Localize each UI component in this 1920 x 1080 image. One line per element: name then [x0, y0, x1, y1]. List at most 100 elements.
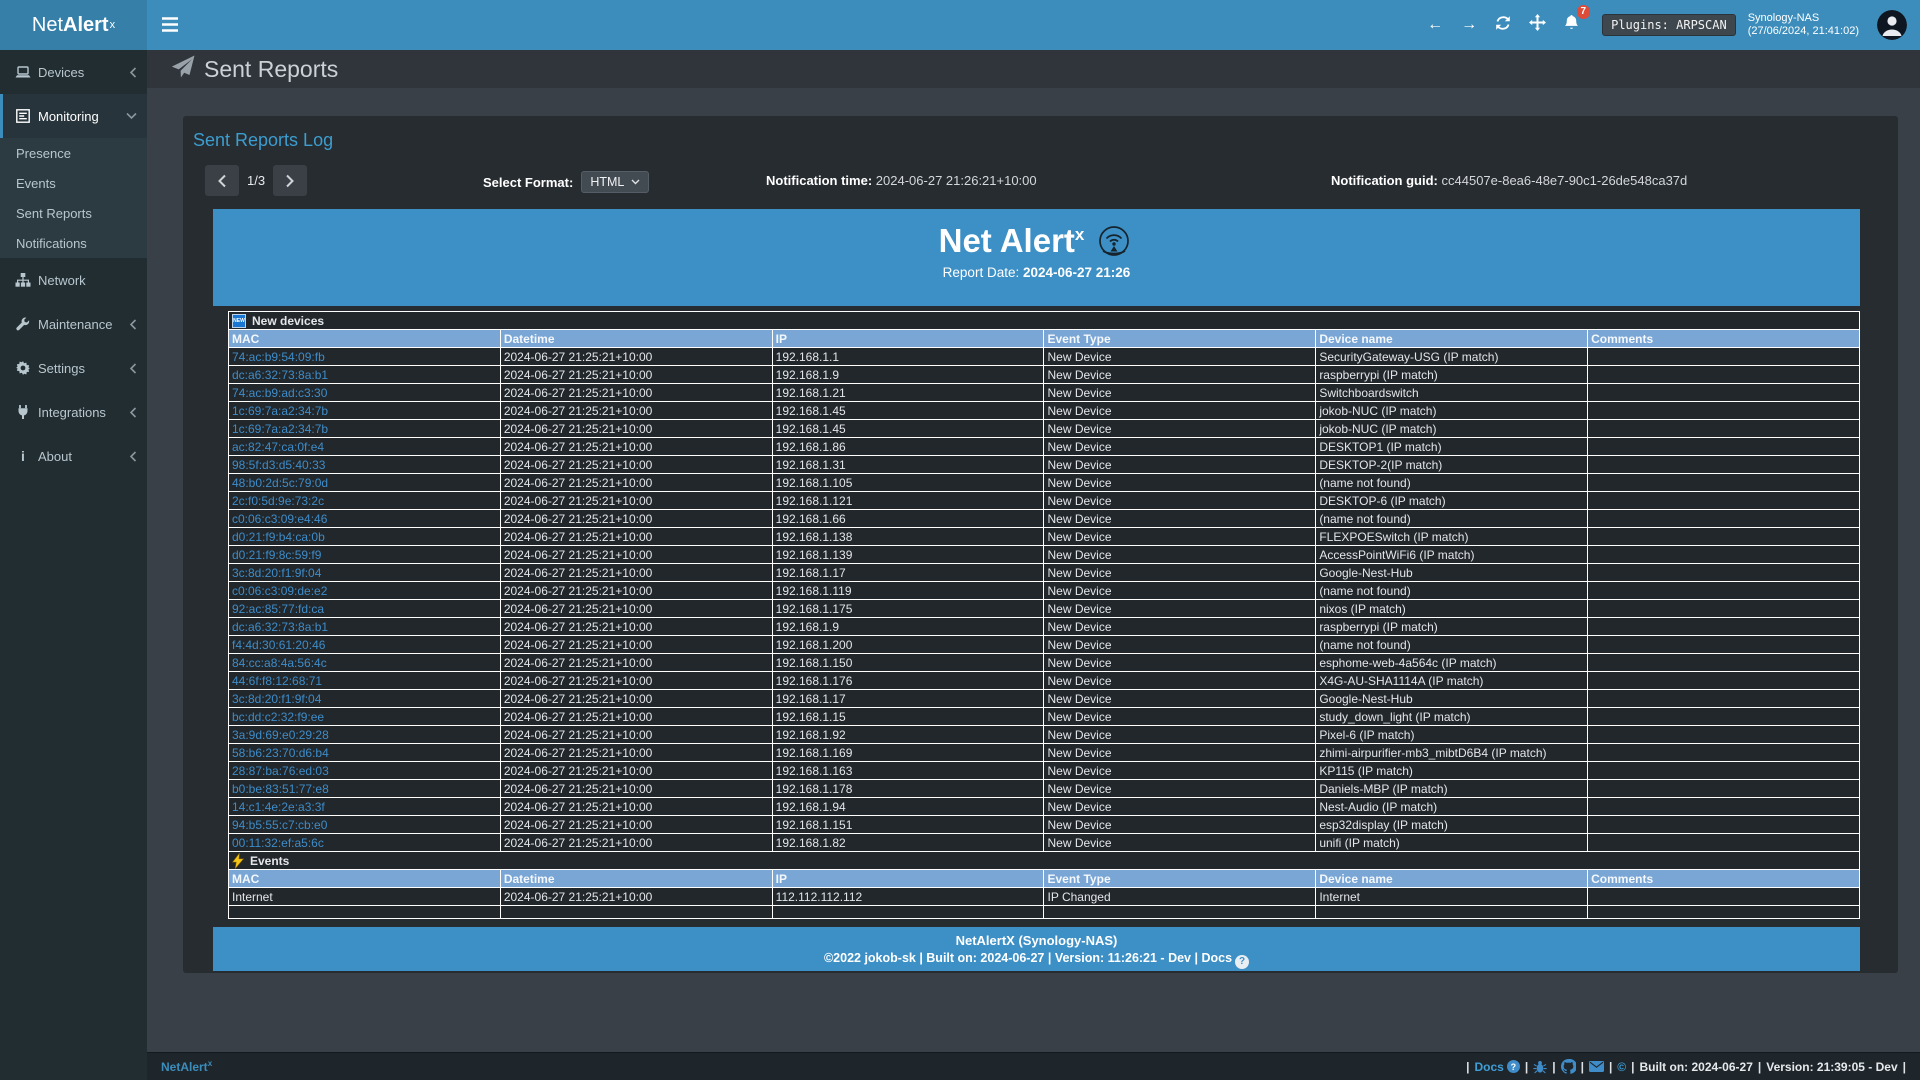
mac-link[interactable]: 58:b6:23:70:d6:b4 — [229, 744, 501, 762]
mac-link[interactable]: 3a:9d:69:e0:29:28 — [229, 726, 501, 744]
table-cell: 192.168.1.119 — [772, 582, 1044, 600]
table-cell: 2024-06-27 21:25:21+10:00 — [500, 672, 772, 690]
mac-link[interactable]: bc:dd:c2:32:f9:ee — [229, 708, 501, 726]
notification-time: Notification time: 2024-06-27 21:26:21+1… — [766, 173, 1037, 188]
table-cell — [1588, 780, 1860, 798]
table-cell: New Device — [1044, 456, 1316, 474]
chevron-down-icon — [126, 112, 137, 120]
mac-link[interactable]: 3c:8d:20:f1:9f:04 — [229, 690, 501, 708]
table-row: c0:06:c3:09:de:e22024-06-27 21:25:21+10:… — [229, 582, 1860, 600]
sidebar-item-monitoring[interactable]: Monitoring — [0, 94, 147, 138]
mac-link[interactable]: 92:ac:85:77:fd:ca — [229, 600, 501, 618]
mac-link[interactable]: c0:06:c3:09:e4:46 — [229, 510, 501, 528]
table-cell: zhimi-airpurifier-mb3_mibtD6B4 (IP match… — [1316, 744, 1588, 762]
mac-link[interactable]: 98:5f:d3:d5:40:33 — [229, 456, 501, 474]
table-cell: New Device — [1044, 708, 1316, 726]
sidebar-item-devices[interactable]: Devices — [0, 50, 147, 94]
table-cell: jokob-NUC (IP match) — [1316, 420, 1588, 438]
sidebar-item-about[interactable]: i About — [0, 434, 147, 478]
sidebar-item-events[interactable]: Events — [0, 168, 147, 198]
next-page-button[interactable] — [273, 165, 307, 196]
sidebar-item-integrations[interactable]: Integrations — [0, 390, 147, 434]
sidebar-subitem-label: Events — [16, 176, 56, 191]
table-cell: Internet — [229, 888, 501, 906]
footer-brand-link[interactable]: NetAlertx — [161, 1059, 212, 1074]
mac-link[interactable]: d0:21:f9:b4:ca:0b — [229, 528, 501, 546]
format-select[interactable]: HTML — [581, 171, 649, 193]
sidebar-item-presence[interactable]: Presence — [0, 138, 147, 168]
mac-link[interactable]: 48:b0:2d:5c:79:0d — [229, 474, 501, 492]
table-cell: New Device — [1044, 510, 1316, 528]
notification-guid: Notification guid: cc44507e-8ea6-48e7-90… — [1331, 173, 1687, 188]
mac-link[interactable]: 2c:f0:5d:9e:73:2c — [229, 492, 501, 510]
user-avatar[interactable] — [1877, 10, 1907, 40]
mac-link[interactable]: 94:b5:55:c7:cb:e0 — [229, 816, 501, 834]
sidebar-item-notifications[interactable]: Notifications — [0, 228, 147, 258]
license-link[interactable]: © — [1617, 1060, 1626, 1074]
report-docs-link[interactable]: Docs — [1201, 951, 1232, 965]
table-cell — [1588, 690, 1860, 708]
mac-link[interactable]: 28:87:ba:76:ed:03 — [229, 762, 501, 780]
mac-link[interactable]: 1c:69:7a:a2:34:7b — [229, 402, 501, 420]
table-row: ac:82:47:ca:0f:e42024-06-27 21:25:21+10:… — [229, 438, 1860, 456]
sidebar-item-network[interactable]: Network — [0, 258, 147, 302]
mac-link[interactable]: 00:11:32:ef:a5:6c — [229, 834, 501, 852]
table-cell: IP Changed — [1044, 888, 1316, 906]
mac-link[interactable]: dc:a6:32:73:8a:b1 — [229, 366, 501, 384]
mac-link[interactable]: dc:a6:32:73:8a:b1 — [229, 618, 501, 636]
brand-sup: x — [110, 19, 116, 31]
table-cell: New Device — [1044, 690, 1316, 708]
prev-page-button[interactable] — [205, 165, 239, 196]
move-icon[interactable] — [1520, 14, 1554, 36]
report-footer-meta: ©2022 jokob-sk | Built on: 2024-06-27 | … — [213, 951, 1860, 969]
table-cell: 2024-06-27 21:25:21+10:00 — [500, 420, 772, 438]
sidebar-item-maintenance[interactable]: Maintenance — [0, 302, 147, 346]
refresh-icon[interactable] — [1486, 15, 1520, 36]
question-circle-icon: ? — [1235, 955, 1249, 969]
table-cell — [1588, 636, 1860, 654]
mac-link[interactable]: 74:ac:b9:ad:c3:30 — [229, 384, 501, 402]
report-title: Net Alertx — [213, 209, 1860, 260]
mac-link[interactable]: d0:21:f9:8c:59:f9 — [229, 546, 501, 564]
mac-link[interactable]: 1c:69:7a:a2:34:7b — [229, 420, 501, 438]
sidebar-item-settings[interactable]: Settings — [0, 346, 147, 390]
table-cell: New Device — [1044, 546, 1316, 564]
table-cell — [1588, 600, 1860, 618]
email-icon[interactable] — [1589, 1061, 1604, 1072]
docs-link[interactable]: Docs? — [1475, 1060, 1520, 1074]
separator: | — [1525, 1060, 1528, 1074]
plugins-status[interactable]: Plugins: ARPSCAN — [1602, 14, 1736, 36]
bug-report-icon[interactable] — [1533, 1060, 1547, 1074]
mac-link[interactable]: c0:06:c3:09:de:e2 — [229, 582, 501, 600]
info-icon: i — [12, 448, 34, 464]
monitoring-treeview: Monitoring Presence Events Sent Reports … — [0, 94, 147, 258]
app-logo[interactable]: NetAlertx — [0, 0, 147, 50]
mac-link[interactable]: b0:be:83:51:77:e8 — [229, 780, 501, 798]
sent-reports-log-link[interactable]: Sent Reports Log — [193, 130, 1898, 151]
table-cell: Google-Nest-Hub — [1316, 564, 1588, 582]
table-row: Internet2024-06-27 21:25:21+10:00112.112… — [229, 888, 1860, 906]
table-cell: Daniels-MBP (IP match) — [1316, 780, 1588, 798]
mac-link[interactable]: ac:82:47:ca:0f:e4 — [229, 438, 501, 456]
table-row: f4:4d:30:61:20:462024-06-27 21:25:21+10:… — [229, 636, 1860, 654]
hamburger-icon[interactable] — [162, 17, 178, 37]
sidebar-item-sent-reports[interactable]: Sent Reports — [0, 198, 147, 228]
laptop-icon — [12, 66, 34, 79]
mac-link[interactable]: f4:4d:30:61:20:46 — [229, 636, 501, 654]
table-cell — [1588, 744, 1860, 762]
table-cell — [1588, 834, 1860, 852]
mac-link[interactable]: 84:cc:a8:4a:56:4c — [229, 654, 501, 672]
mac-link[interactable]: 44:6f:f8:12:68:71 — [229, 672, 501, 690]
mac-link[interactable]: 74:ac:b9:54:09:fb — [229, 348, 501, 366]
back-arrow-icon[interactable]: ← — [1418, 16, 1452, 34]
github-icon[interactable] — [1561, 1059, 1576, 1074]
mac-link[interactable]: 3c:8d:20:f1:9f:04 — [229, 564, 501, 582]
table-row: 3c:8d:20:f1:9f:042024-06-27 21:25:21+10:… — [229, 564, 1860, 582]
table-cell: 2024-06-27 21:25:21+10:00 — [500, 690, 772, 708]
table-cell: New Device — [1044, 402, 1316, 420]
new-devices-rows: 74:ac:b9:54:09:fb 2024-06-27 21:25:21+10:… — [229, 348, 1860, 852]
notifications-bell-icon[interactable]: 7 — [1554, 14, 1588, 36]
forward-arrow-icon[interactable]: → — [1452, 16, 1486, 34]
mac-link[interactable]: 14:c1:4e:2e:a3:3f — [229, 798, 501, 816]
table-row: d0:21:f9:b4:ca:0b2024-06-27 21:25:21+10:… — [229, 528, 1860, 546]
